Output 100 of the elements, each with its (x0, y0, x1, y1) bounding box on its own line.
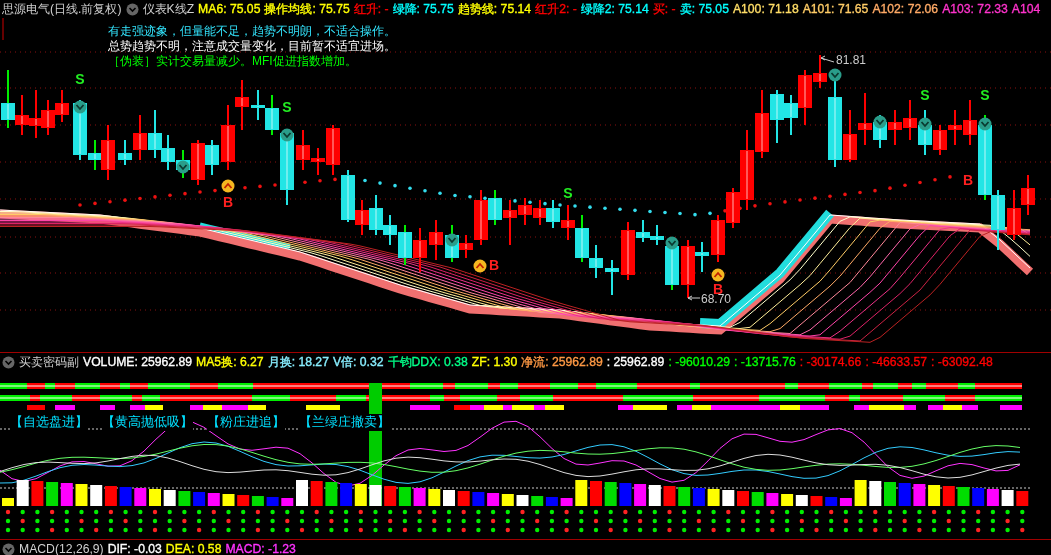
chevron-down-badge-icon (280, 128, 294, 142)
trend-dot (138, 196, 142, 201)
indicator-value: : -63092.48 (931, 355, 993, 369)
trend-dot (873, 188, 877, 193)
indicator-value: 红升: - (353, 0, 389, 18)
indicator-value: MA5换: 6.27 (196, 353, 264, 371)
candlestick (711, 214, 725, 263)
indicator-value: 绿降: 75.75 (392, 0, 454, 18)
trend-dot (183, 191, 187, 196)
signal-message: 有走强迹象，但量能不足，趋势不明朗，不适合操作。 (108, 24, 396, 38)
indicator-value: 卖: 75.05 (679, 0, 729, 18)
candlestick (575, 214, 589, 263)
indicator-value: MACD: -1.23 (225, 542, 296, 555)
indicator-value: VOLUME: 25962.89 (83, 355, 193, 369)
trend-dot (753, 204, 757, 208)
trend-dot (648, 209, 652, 214)
trend-dot (708, 211, 712, 216)
candlestick (398, 224, 412, 266)
dropdown-icon[interactable] (125, 2, 139, 16)
trend-dot (663, 210, 667, 215)
chevron-down-badge-icon (445, 233, 459, 247)
trend-dot (543, 201, 547, 206)
trend-dot (933, 177, 937, 182)
trend-dot (453, 193, 457, 198)
strategy-tag: 【自选盘进】 (10, 414, 88, 431)
candlestick (948, 109, 962, 146)
leader-line (687, 295, 701, 301)
trend-dot (483, 196, 487, 200)
indicator-value: A101: 71.65 (802, 2, 869, 16)
trend-dot (783, 200, 787, 204)
trend-dot (918, 180, 922, 185)
candlestick (41, 99, 55, 136)
trend-dot (948, 175, 952, 179)
trend-dot (888, 186, 892, 190)
trend-dot (303, 180, 307, 184)
indicator-value: : 25962.89 (606, 355, 665, 369)
high-price-label: 81.81 (836, 53, 867, 67)
leader-line (820, 55, 835, 63)
trend-dot (198, 190, 202, 194)
candlestick (888, 109, 902, 146)
trend-dot (393, 183, 397, 188)
signal-label: S (563, 185, 573, 201)
trend-dot (528, 200, 532, 205)
trend-dot (243, 186, 247, 190)
indicator-name: 仪表K线Z (142, 0, 195, 18)
trend-dot (168, 193, 172, 198)
indicator-value: A102: 72.06 (872, 2, 939, 16)
trend-dot (828, 194, 832, 199)
candlestick (29, 89, 43, 139)
trend-dot (558, 203, 562, 207)
trend-dot (93, 201, 97, 206)
indicator-value: 操作均线: 75.75 (264, 0, 350, 18)
candlestick (148, 109, 162, 159)
dropdown-icon[interactable] (2, 542, 15, 555)
candlestick (1, 69, 15, 129)
candlestick (755, 89, 769, 159)
chevron-down-badge-icon (665, 236, 679, 250)
signal-message: 总势趋势不明，注意成交量变化，目前暂不适宜进场。 (108, 39, 396, 53)
dropdown-icon[interactable] (2, 355, 15, 369)
trend-dot (693, 212, 697, 217)
trend-dot (438, 191, 442, 196)
stock-title: 思源电气(日线.前复权) (2, 0, 122, 18)
chevron-up-badge-icon (221, 179, 235, 193)
indicator-value: A103: 72.33 (942, 2, 1008, 16)
trend-dot (363, 178, 367, 183)
candlestick (15, 94, 29, 136)
panel-title: 买卖密码副 (19, 353, 79, 371)
strategy-tag: 【黄高抛低吸】 (102, 414, 193, 431)
trend-dot (78, 203, 82, 207)
trend-dot (678, 211, 682, 216)
trend-dot (858, 190, 862, 195)
trend-dot (813, 196, 817, 200)
signal-label: S (75, 71, 85, 87)
indicator-value: A104 (1011, 2, 1041, 16)
chevron-down-badge-icon (978, 117, 992, 131)
indicator-value: : -30174.66 (799, 355, 862, 369)
candlestick (205, 139, 219, 176)
signal-label: B (488, 257, 500, 273)
candlestick (429, 219, 443, 261)
signal-label: B (222, 194, 234, 210)
indicator-value: DEA: 0.58 (165, 542, 222, 555)
candlestick (251, 89, 265, 121)
trend-dot (768, 201, 772, 206)
candlestick (533, 199, 547, 226)
trend-dot (333, 177, 337, 182)
indicator-value: 净流: 25962.89 (521, 353, 603, 371)
trend-dot (108, 199, 112, 204)
indicator-value: 月换: 18.27 (267, 353, 329, 371)
indicator-value: V倍: 0.32 (332, 353, 384, 371)
trend-dot (588, 205, 592, 209)
candlestick (903, 99, 917, 141)
indicator-value: 买: - (652, 0, 676, 18)
candlestick (369, 194, 383, 236)
indicator-value: : -96010.29 (668, 355, 731, 369)
candlestick (770, 89, 784, 144)
candlestick (546, 199, 560, 229)
trend-dot (513, 199, 517, 203)
indicator-value: A100: 71.18 (732, 2, 799, 16)
indicator-value: 千钧DDX: 0.38 (387, 353, 468, 371)
trend-dot (903, 183, 907, 188)
